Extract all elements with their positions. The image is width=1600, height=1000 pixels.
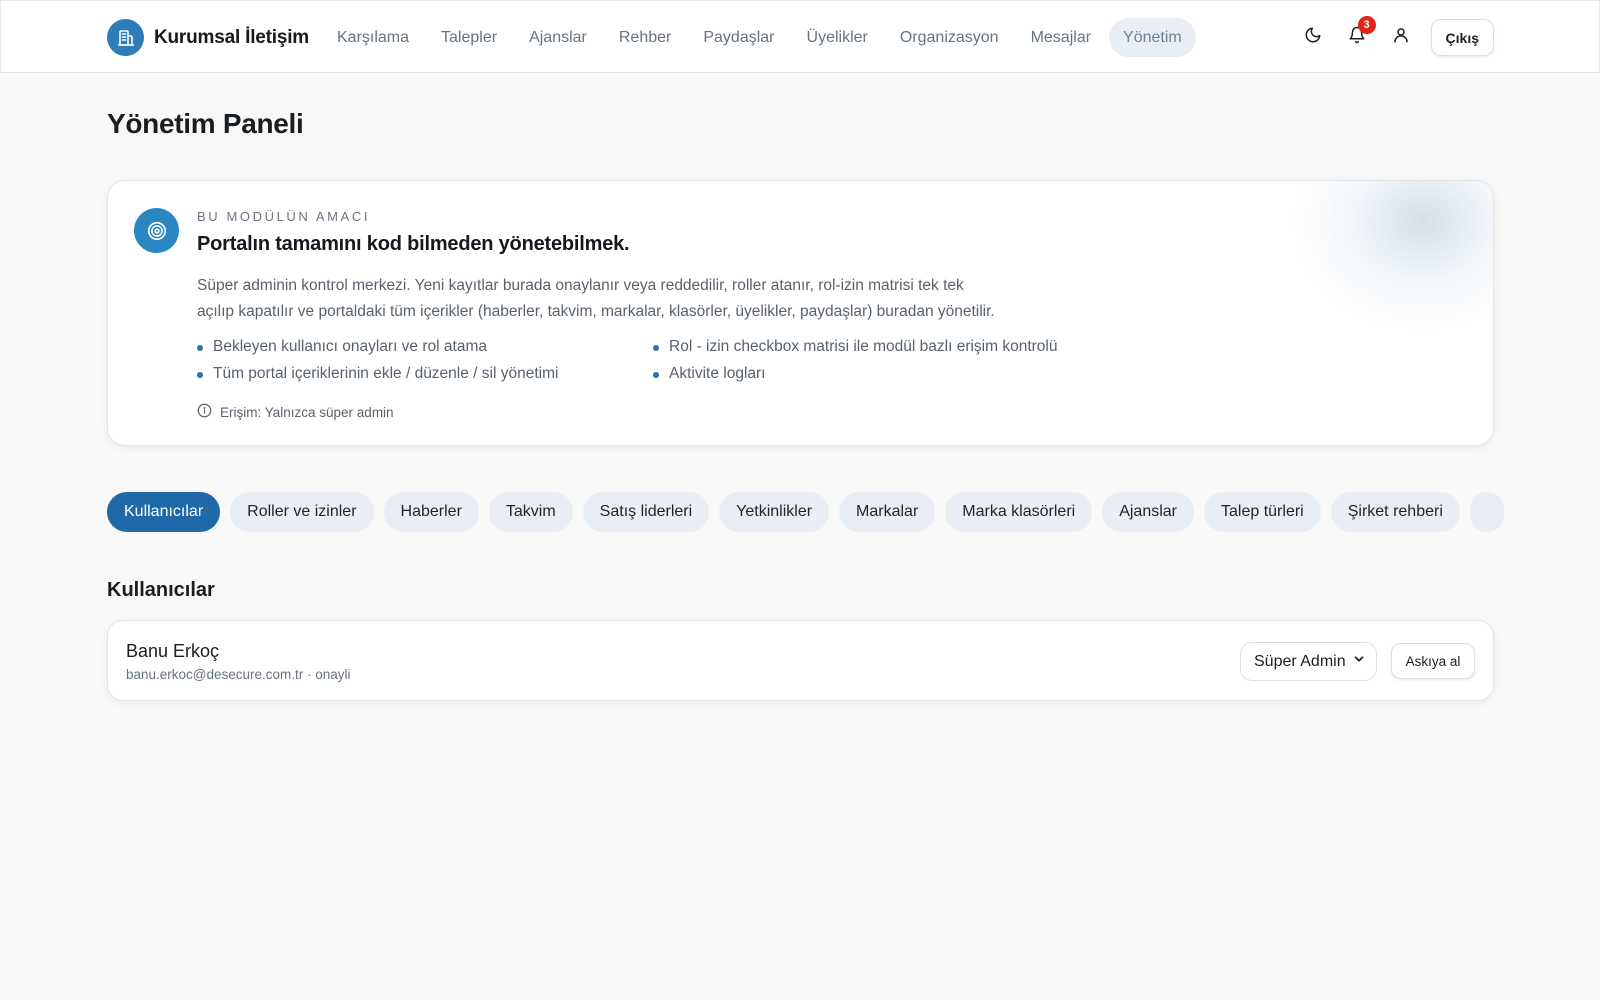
nav-item-yonetim[interactable]: Yönetim	[1109, 18, 1196, 57]
bullet-dot	[197, 345, 203, 351]
suspend-user-button[interactable]: Askıya al	[1391, 643, 1475, 679]
tab-sirket-rehberi[interactable]: Şirket rehberi	[1330, 492, 1460, 532]
header-actions: 3 Çıkış	[1291, 16, 1494, 56]
bullet-dot	[197, 372, 203, 378]
description-line: Süper adminin kontrol merkezi. Yeni kayı…	[197, 277, 964, 294]
nav-item-karsilama[interactable]: Karşılama	[323, 18, 423, 57]
bullet-dot	[653, 345, 659, 351]
tab-kullanicilar[interactable]: Kullanıcılar	[107, 492, 221, 532]
brand-home-link[interactable]: Kurumsal İletişim	[107, 19, 309, 56]
bullet-dot	[653, 372, 659, 378]
tab-takvim[interactable]: Takvim	[488, 492, 573, 532]
user-row: Banu Erkoç banu.erkoc@desecure.com.tr · …	[107, 620, 1494, 701]
access-note: Erişim: Yalnızca süper admin	[197, 403, 394, 421]
nav-item-paydaslar[interactable]: Paydaşlar	[689, 18, 788, 57]
module-feature-list: Bekleyen kullanıcı onayları ve rol atama…	[197, 337, 1117, 383]
target-icon	[134, 208, 179, 253]
nav-item-ajanslar[interactable]: Ajanslar	[515, 18, 601, 57]
users-section-title: Kullanıcılar	[107, 579, 215, 601]
module-purpose-card: BU MODÜLÜN AMACI Portalın tamamını kod b…	[107, 180, 1494, 446]
logout-button[interactable]: Çıkış	[1430, 19, 1494, 56]
feature-label: Aktivite logları	[669, 364, 766, 382]
feature-label: Bekleyen kullanıcı onayları ve rol atama	[213, 337, 487, 355]
tab-ajanslar[interactable]: Ajanslar	[1102, 492, 1195, 532]
notification-count-badge: 3	[1357, 16, 1376, 34]
tab-markalar[interactable]: Markalar	[839, 492, 936, 532]
access-note-text: Erişim: Yalnızca süper admin	[220, 404, 394, 420]
user-email-status: banu.erkoc@desecure.com.tr · onayli	[126, 667, 351, 682]
chevron-down-icon	[1352, 652, 1366, 671]
brand-name: Kurumsal İletişim	[154, 26, 309, 48]
building-icon	[107, 19, 144, 56]
role-select-value: Süper Admin	[1254, 652, 1346, 670]
notifications-button[interactable]: 3	[1335, 16, 1379, 56]
feature-label: Rol - izin checkbox matrisi ile modül ba…	[669, 337, 1058, 355]
tab-satis-liderleri[interactable]: Satış liderleri	[582, 492, 710, 532]
tab-haberler[interactable]: Haberler	[383, 492, 479, 532]
feature-item: Aktivite logları	[653, 364, 1117, 383]
tab-marka-klasorleri[interactable]: Marka klasörleri	[945, 492, 1093, 532]
page-title: Yönetim Paneli	[107, 108, 304, 139]
feature-label: Tüm portal içeriklerinin ekle / düzenle …	[213, 364, 559, 382]
nav-item-mesajlar[interactable]: Mesajlar	[1017, 18, 1105, 57]
nav-item-uyelikler[interactable]: Üyelikler	[793, 18, 882, 57]
top-navigation-bar: Kurumsal İletişim Karşılama Talepler Aja…	[0, 0, 1600, 73]
role-select[interactable]: Süper Admin	[1240, 642, 1377, 681]
profile-button[interactable]	[1379, 19, 1423, 56]
tab-talep-turleri[interactable]: Talep türleri	[1204, 492, 1321, 532]
decorative-glow	[1293, 181, 1493, 331]
admin-tabs[interactable]: Kullanıcılar Roller ve izinler Haberler …	[107, 492, 1512, 532]
moon-icon	[1304, 26, 1322, 49]
tab-yetkinlikler[interactable]: Yetkinlikler	[719, 492, 830, 532]
description-line: açılıp kapatılır ve portaldaki tüm içeri…	[197, 303, 995, 320]
main-nav: Karşılama Talepler Ajanslar Rehber Payda…	[323, 18, 1196, 57]
info-icon	[197, 403, 212, 421]
feature-item: Bekleyen kullanıcı onayları ve rol atama	[197, 337, 653, 356]
nav-item-talepler[interactable]: Talepler	[427, 18, 511, 57]
feature-item: Rol - izin checkbox matrisi ile modül ba…	[653, 337, 1117, 356]
nav-item-organizasyon[interactable]: Organizasyon	[886, 18, 1013, 57]
module-purpose-heading: Portalın tamamını kod bilmeden yönetebil…	[197, 233, 630, 255]
user-icon	[1392, 26, 1410, 49]
nav-item-rehber[interactable]: Rehber	[605, 18, 685, 57]
tab-roller-ve-izinler[interactable]: Roller ve izinler	[230, 492, 374, 532]
module-purpose-eyebrow: BU MODÜLÜN AMACI	[197, 209, 371, 224]
tab-overflow[interactable]	[1469, 492, 1504, 532]
module-purpose-description: Süper adminin kontrol merkezi. Yeni kayı…	[197, 273, 1067, 325]
user-name: Banu Erkoç	[126, 641, 220, 661]
feature-item: Tüm portal içeriklerinin ekle / düzenle …	[197, 364, 653, 383]
theme-toggle-button[interactable]	[1291, 19, 1335, 56]
